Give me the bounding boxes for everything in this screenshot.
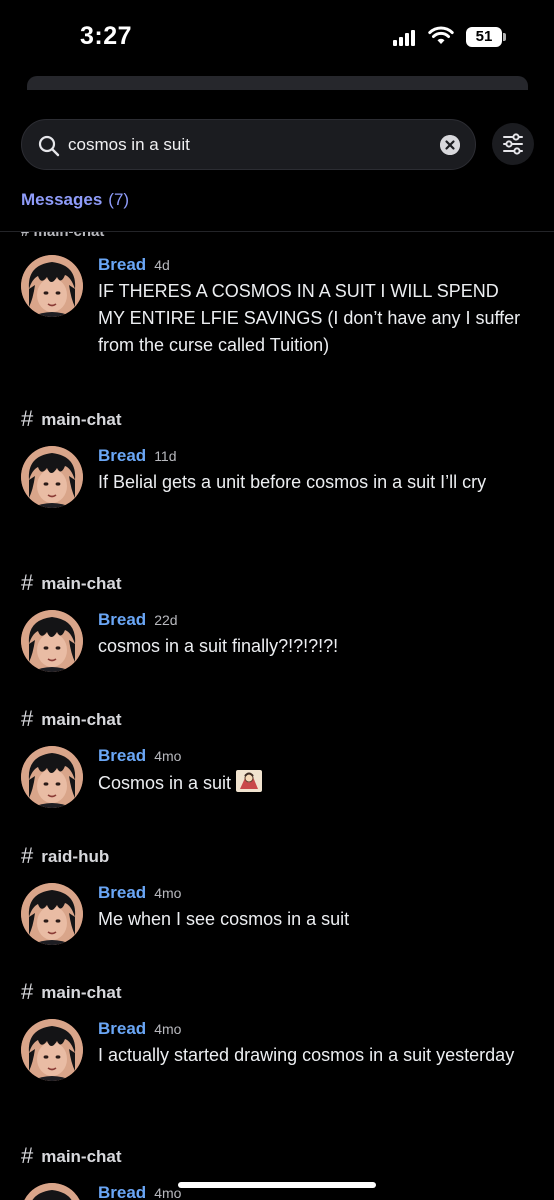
search-icon: [38, 135, 60, 157]
tab-messages[interactable]: Messages (7): [21, 190, 129, 210]
message-author[interactable]: Bread: [98, 1183, 146, 1200]
filter-button[interactable]: [492, 123, 534, 165]
avatar[interactable]: [21, 883, 83, 945]
message-age: 4mo: [154, 885, 182, 901]
clear-icon[interactable]: [440, 135, 460, 155]
avatar[interactable]: [21, 746, 83, 808]
tab-messages-count: (7): [108, 190, 130, 209]
message-age: 4d: [154, 257, 170, 273]
message-text: Cosmos in a suit: [98, 769, 528, 797]
avatar[interactable]: [21, 1019, 83, 1081]
avatar[interactable]: [21, 446, 83, 508]
message-author[interactable]: Bread: [98, 746, 146, 765]
channel-header-partial: # main-chat: [21, 232, 104, 240]
search-results-list[interactable]: # main-chat Bread 4d IF THERES A COSMOS I…: [0, 232, 554, 1200]
channel-header[interactable]: # main-chat: [21, 979, 122, 1005]
search-result-message[interactable]: Bread 4d IF THERES A COSMOS IN A SUIT I W…: [21, 255, 541, 355]
search-result-message[interactable]: Bread 22d cosmos in a suit finally?!?!?!?…: [21, 610, 541, 674]
message-text: If Belial gets a unit before cosmos in a…: [98, 472, 487, 492]
home-indicator[interactable]: [178, 1182, 376, 1188]
message-author[interactable]: Bread: [98, 883, 146, 902]
channel-header[interactable]: # main-chat: [21, 1143, 122, 1169]
channel-name: main-chat: [41, 1147, 122, 1166]
channel-name: main-chat: [41, 710, 122, 729]
channel-name: main-chat: [41, 410, 122, 429]
battery-tip: [503, 33, 506, 41]
filter-icon: [503, 133, 523, 155]
channel-header[interactable]: # main-chat: [21, 570, 122, 596]
channel-header[interactable]: # raid-hub: [21, 843, 109, 869]
search-result-message[interactable]: Bread 4mo Me when I see cosmos in a suit: [21, 883, 541, 947]
message-text: IF THERES A COSMOS IN A SUIT I WILL SPEN…: [98, 281, 521, 355]
message-age: 4mo: [154, 1185, 182, 1200]
search-input[interactable]: [68, 128, 428, 162]
search-tabs: Messages (7): [0, 186, 554, 232]
status-bar: 3:27 51: [0, 0, 554, 76]
channel-name: main-chat: [41, 983, 122, 1002]
message-text: cosmos in a suit finally?!?!?!?!: [98, 636, 339, 656]
channel-name: main-chat: [41, 574, 122, 593]
message-age: 4mo: [154, 1021, 182, 1037]
message-author[interactable]: Bread: [98, 446, 146, 465]
hash-icon: #: [21, 1143, 34, 1168]
hash-icon: #: [21, 979, 34, 1004]
hash-icon: #: [21, 706, 34, 731]
hash-icon: #: [21, 406, 34, 431]
battery-icon: 51: [466, 27, 502, 47]
message-text: Me when I see cosmos in a suit: [98, 909, 350, 929]
channel-header[interactable]: # main-chat: [21, 406, 122, 432]
channel-header[interactable]: # main-chat: [21, 706, 122, 732]
cellular-signal-icon: [393, 30, 417, 46]
search-result-message[interactable]: Bread 4mo I actually started drawing cosm…: [21, 1019, 541, 1089]
tab-messages-label: Messages: [21, 190, 103, 209]
message-author[interactable]: Bread: [98, 255, 146, 274]
message-text: I actually started drawing cosmos in a s…: [98, 1045, 515, 1065]
avatar[interactable]: [21, 255, 83, 317]
message-age: 22d: [154, 612, 178, 628]
custom-emoji-icon: [236, 770, 263, 792]
search-result-message[interactable]: Bread 4mo Cosmos in a suit: [21, 746, 541, 810]
status-time: 3:27: [80, 22, 133, 50]
avatar[interactable]: [21, 610, 83, 672]
hash-icon: #: [21, 843, 34, 868]
search-result-message[interactable]: Bread 11d If Belial gets a unit before co…: [21, 446, 541, 516]
avatar[interactable]: [21, 1183, 83, 1200]
hash-icon: #: [21, 570, 34, 595]
message-age: 11d: [154, 448, 177, 464]
message-age: 4mo: [154, 748, 182, 764]
channel-name: raid-hub: [41, 847, 110, 866]
wifi-icon: [428, 26, 454, 44]
message-author[interactable]: Bread: [98, 610, 146, 629]
search-bar[interactable]: [21, 119, 476, 170]
sheet-handle: [27, 76, 528, 90]
message-text-content: Cosmos in a suit: [98, 773, 232, 793]
message-author[interactable]: Bread: [98, 1019, 146, 1038]
